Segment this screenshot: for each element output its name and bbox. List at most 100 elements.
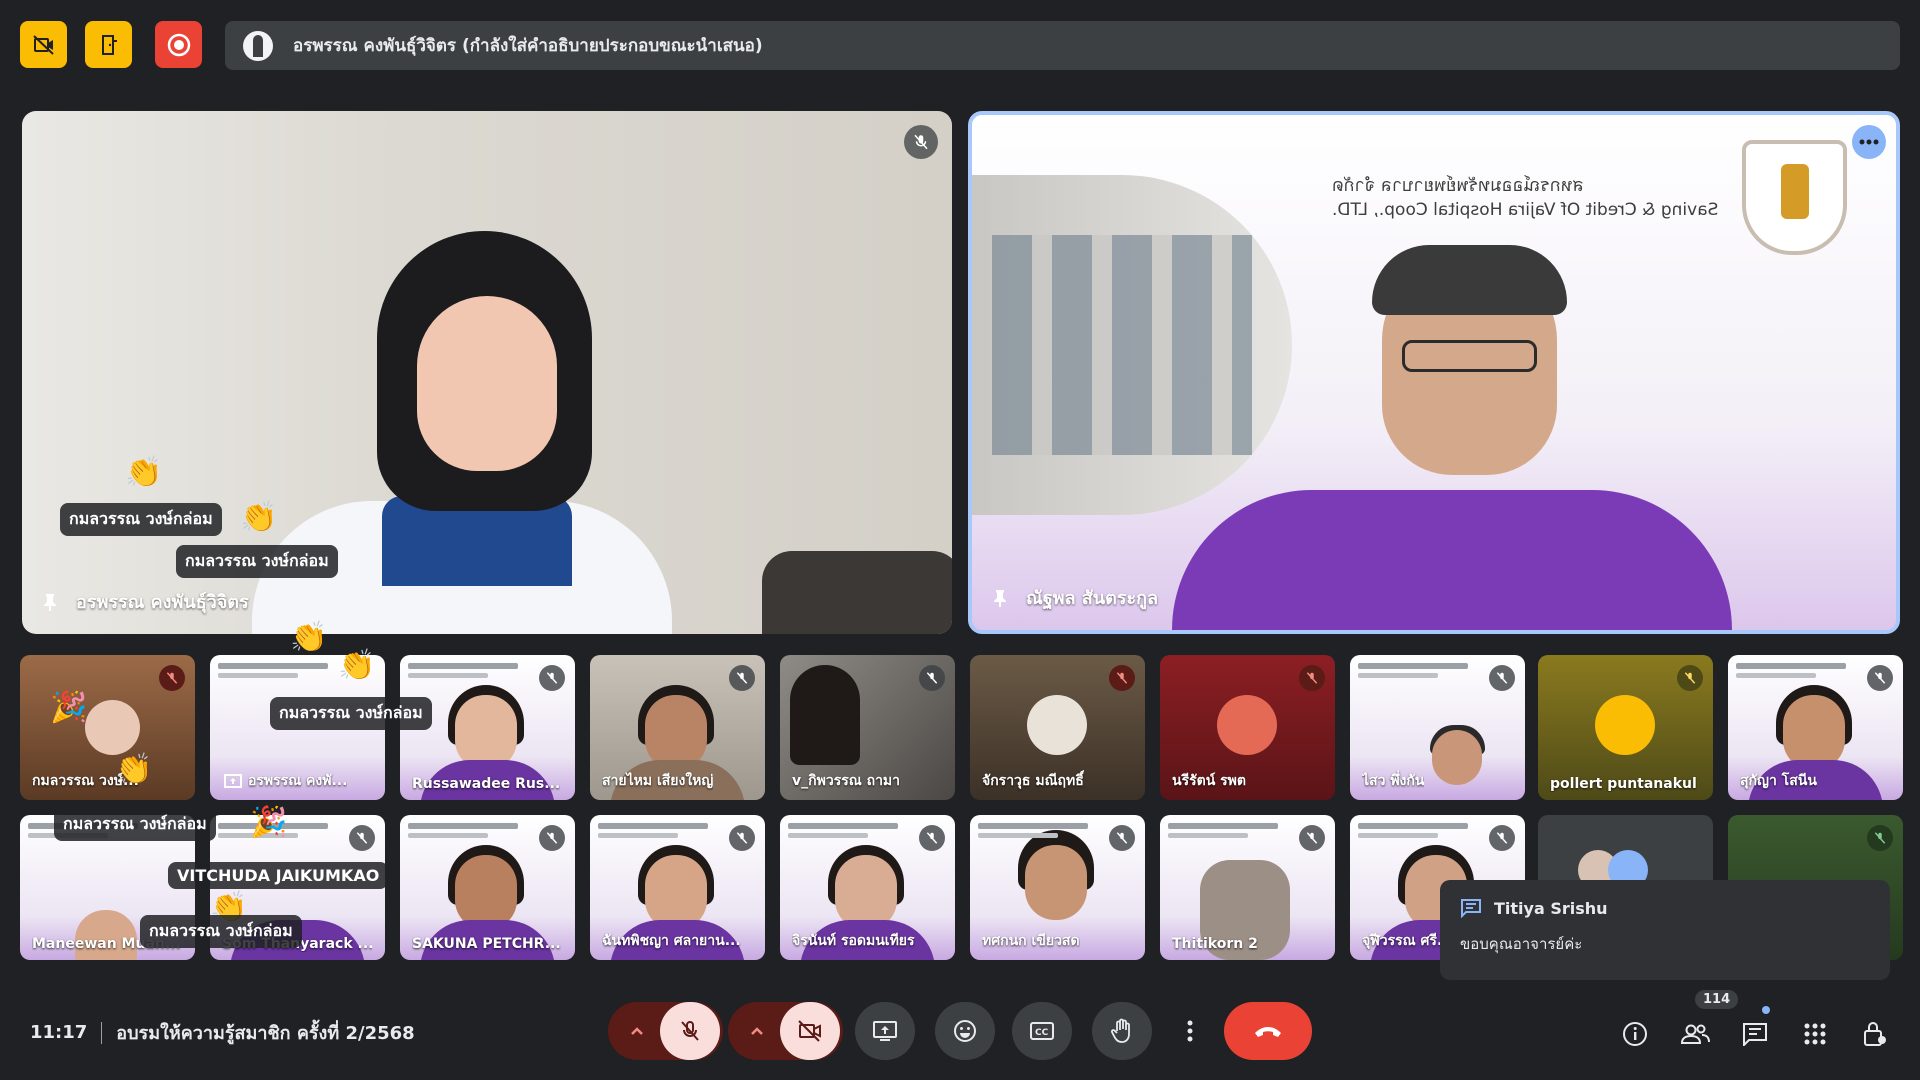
meeting-details-button[interactable] (1615, 1014, 1655, 1054)
avatar (1027, 695, 1087, 755)
mic-off-icon (914, 134, 928, 150)
people-button[interactable] (1675, 1014, 1715, 1054)
participant-name: นรีรัตน์ รพต (1172, 773, 1246, 789)
more-vertical-icon (1187, 1020, 1193, 1042)
reaction-label: กมลวรรณ วงษ์กล่อม (270, 697, 432, 730)
pinned-tile-speaker[interactable]: สหกรณ์ออมทรัพย์พยาบาล จำกัด Saving & Cre… (968, 111, 1900, 634)
avatar (1217, 695, 1277, 755)
reactions-button[interactable] (935, 1002, 995, 1060)
mic-muted-indicator (1489, 825, 1515, 851)
avatar (1595, 695, 1655, 755)
participant-tile[interactable]: SAKUNA PETCHR... (400, 815, 575, 960)
participant-name: ฉันทพิชญา ศลายาน... (602, 933, 741, 949)
mic-muted-indicator (919, 665, 945, 691)
chat-button[interactable] (1735, 1014, 1775, 1054)
more-options-button[interactable] (1170, 1002, 1210, 1060)
mic-muted-indicator (539, 825, 565, 851)
video-off-icon (798, 1020, 821, 1042)
participant-tile[interactable]: จักราวุธ มณีฤทธิ์ (970, 655, 1145, 800)
mic-off-icon (166, 672, 178, 684)
participant-tile[interactable]: สุกัญา โสนีน (1728, 655, 1903, 800)
participant-name: ไสว พึ่งกัน (1362, 773, 1425, 789)
activities-button[interactable] (1795, 1014, 1835, 1054)
lock-person-icon (1864, 1022, 1886, 1046)
participant-name: Russawadee Rus... (412, 776, 561, 792)
mic-muted-indicator (1109, 665, 1135, 691)
info-icon (1623, 1022, 1647, 1046)
people-icon (1680, 1024, 1710, 1044)
video-person-face (75, 910, 137, 960)
audio-options-button[interactable] (610, 1002, 664, 1060)
participant-tile[interactable]: กมลวรรณ วงษ์... (20, 655, 195, 800)
svg-text:CC: CC (1035, 1028, 1049, 1038)
mic-off-icon (736, 832, 748, 844)
party-emoji-icon: 🎉 (50, 690, 88, 725)
mic-off-icon (1116, 672, 1128, 684)
participant-tile[interactable]: นรีรัตน์ รพต (1160, 655, 1335, 800)
participant-name-label: อรพรรณ คงพันธุ์วิจิตร (42, 587, 249, 616)
video-person-face (645, 695, 707, 770)
participant-tile[interactable]: pollert puntanakul (1538, 655, 1713, 800)
mic-muted-indicator (1489, 665, 1515, 691)
mic-muted-indicator (539, 665, 565, 691)
reaction-label: กมลวรรณ วงษ์กล่อม (54, 808, 216, 841)
mic-off-icon (1496, 832, 1508, 844)
captions-button[interactable]: CC (1012, 1002, 1072, 1060)
video-person-hair (790, 665, 860, 765)
raise-hand-button[interactable] (1092, 1002, 1152, 1060)
mic-off-icon (546, 832, 558, 844)
chat-icon (1743, 1023, 1767, 1046)
presenting-annotation-bar: อรพรรณ คงพันธุ์วิจิตร (กำลังใส่คำอธิบายป… (225, 21, 1900, 70)
reaction-label: กมลวรรณ วงษ์กล่อม (60, 503, 222, 536)
camera-toggle-button[interactable] (780, 1002, 840, 1060)
video-person-face (455, 855, 517, 930)
divider (101, 1021, 103, 1044)
presenter-name: อรพรรณ คงพันธุ์วิจิตร (76, 592, 249, 613)
mic-off-icon (1874, 832, 1886, 844)
top-bar: อรพรรณ คงพันธุ์วิจิตร (กำลังใส่คำอธิบายป… (0, 0, 1920, 92)
mic-off-icon (1116, 832, 1128, 844)
participant-name-label: ณัฐพล สันตระกูล (992, 583, 1158, 612)
mic-muted-indicator (919, 825, 945, 851)
speaker-name: ณัฐพล สันตระกูล (1026, 588, 1159, 609)
participant-name: v_กิพวรรณ ถามา (792, 773, 901, 789)
participant-tile[interactable]: ทศกนก เขียวสด (970, 815, 1145, 960)
participant-name: SAKUNA PETCHR... (412, 936, 561, 952)
clap-emoji-icon: 👏 (240, 500, 278, 535)
participant-name: จิรนันท์ รอดมนเทียร (792, 933, 915, 949)
mic-muted-indicator (1867, 665, 1893, 691)
video-off-icon (32, 34, 54, 55)
clap-emoji-icon: 👏 (290, 620, 328, 655)
present-screen-button[interactable] (855, 1002, 915, 1060)
chat-message-toast[interactable]: Titiya Srishu ขอบคุณอาจารย์ค่ะ (1440, 880, 1890, 980)
reaction-label: กมลวรรณ วงษ์กล่อม (140, 915, 302, 948)
participant-tile[interactable]: สายไหม เสียงใหญ่ (590, 655, 765, 800)
companion-mode-button[interactable] (85, 21, 132, 68)
background-couch (762, 551, 952, 634)
no-camera-warning-button[interactable] (20, 21, 67, 68)
mic-muted-indicator (1299, 665, 1325, 691)
apps-grid-icon (1804, 1023, 1826, 1045)
slide-text-line1: สหกรณ์ออมทรัพย์พยาบาล จำกัด (1332, 175, 1584, 196)
participant-tile[interactable]: ไสว พึ่งกัน (1350, 655, 1525, 800)
participant-tile[interactable]: Thitikorn 2 (1160, 815, 1335, 960)
video-options-button[interactable] (730, 1002, 784, 1060)
recording-button[interactable] (155, 21, 202, 68)
clap-emoji-icon: 👏 (115, 752, 153, 787)
participant-tile[interactable]: v_กิพวรรณ ถามา (780, 655, 955, 800)
mic-off-icon (1306, 832, 1318, 844)
mic-muted-indicator (904, 125, 938, 159)
participant-tile[interactable]: จิรนันท์ รอดมนเทียร (780, 815, 955, 960)
reaction-label: กมลวรรณ วงษ์กล่อม (176, 545, 338, 578)
slide-building-windows (992, 235, 1252, 455)
pinned-tile-presenter[interactable]: อรพรรณ คงพันธุ์วิจิตร (22, 111, 952, 634)
tile-more-options-button[interactable] (1852, 125, 1886, 159)
leave-call-button[interactable] (1224, 1002, 1312, 1060)
host-controls-button[interactable] (1855, 1014, 1895, 1054)
participant-name: ทศกนก เขียวสด (982, 933, 1080, 949)
hand-icon (1111, 1018, 1130, 1043)
microphone-toggle-button[interactable] (660, 1002, 720, 1060)
unread-dot (1762, 1006, 1770, 1014)
mic-off-icon (356, 832, 368, 844)
participant-tile[interactable]: ฉันทพิชญา ศลายาน... (590, 815, 765, 960)
